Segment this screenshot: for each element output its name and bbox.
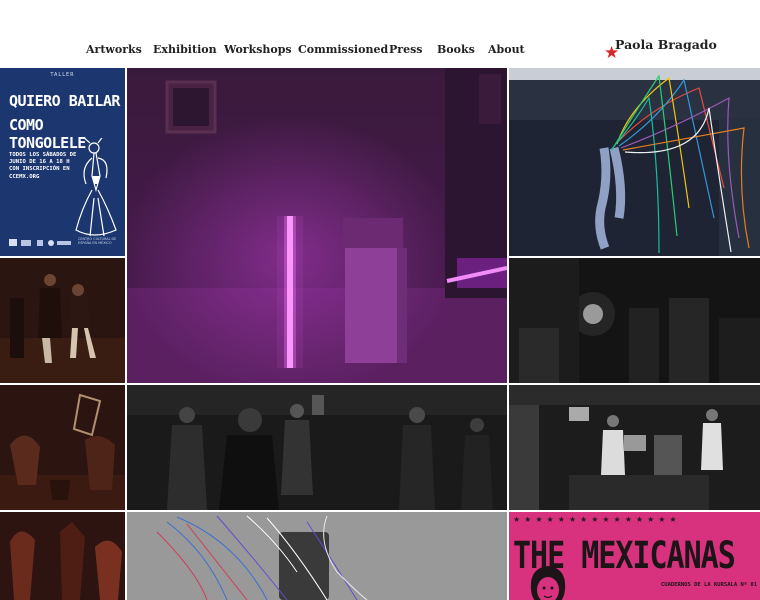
threads-sign-tile[interactable] — [127, 512, 507, 600]
dance-couple-tile[interactable] — [0, 258, 125, 383]
poster-title-line1: QUIERO BAILAR — [9, 92, 120, 110]
neon-installation-photo — [127, 68, 507, 383]
poster-taller-label: TALLER — [50, 72, 75, 78]
dark-club-tile[interactable] — [509, 258, 760, 383]
nav-press[interactable]: Press — [389, 43, 422, 56]
neon-installation-tile[interactable] — [127, 68, 507, 383]
dark-club-photo — [509, 258, 760, 383]
threads-dancer-photo — [509, 68, 760, 256]
brand-logo[interactable]: ★ Paola Bragado — [604, 36, 724, 64]
musicians-stage-photo — [509, 385, 760, 510]
nav-about[interactable]: About — [488, 43, 525, 56]
threads-sign-photo — [127, 512, 507, 600]
chairs-dance-photo — [0, 385, 125, 510]
dance-crowd-photo — [127, 385, 507, 510]
star-row-icon: ★★★★★★★★★★★★★★★ — [513, 515, 681, 524]
poster-info: TODOS LOS SÁBADOS DE JUNIO DE 16 A 18 H … — [9, 152, 77, 180]
poster-organizer: CENTRO CULTURAL DE ESPAÑA EN MÉXICO — [78, 237, 117, 246]
nav-exhibition[interactable]: Exhibition — [153, 43, 217, 56]
red-dancers-tile[interactable] — [0, 512, 125, 600]
nav-books[interactable]: Books — [437, 43, 475, 56]
mexicanas-subtitle: CUADERNOS DE LA KURSALA Nº 01 — [661, 582, 758, 588]
the-mexicanas-tile[interactable]: ★★★★★★★★★★★★★★★ THE MEXICANAS CUADERNOS … — [509, 512, 760, 600]
nav-workshops[interactable]: Workshops — [224, 43, 292, 56]
nav-commissioned[interactable]: Commissioned — [298, 43, 388, 56]
colored-threads-dancer-tile[interactable] — [509, 68, 760, 256]
sponsor-logos — [9, 239, 71, 246]
poster-tile[interactable]: TALLER QUIERO BAILAR COMO TONGOLELE TODO… — [0, 68, 125, 256]
woman-portrait-icon — [530, 566, 566, 600]
red-dancers-photo — [0, 512, 125, 600]
dancer-figure — [75, 138, 117, 237]
site-header: Artworks Exhibition Workshops Commission… — [0, 0, 760, 68]
dance-couple-photo — [0, 258, 125, 383]
brand-name: Paola Bragado — [615, 37, 717, 52]
dance-crowd-tile[interactable] — [127, 385, 507, 510]
chairs-dance-tile[interactable] — [0, 385, 125, 510]
musicians-stage-tile[interactable] — [509, 385, 760, 510]
nav-artworks[interactable]: Artworks — [86, 43, 142, 56]
